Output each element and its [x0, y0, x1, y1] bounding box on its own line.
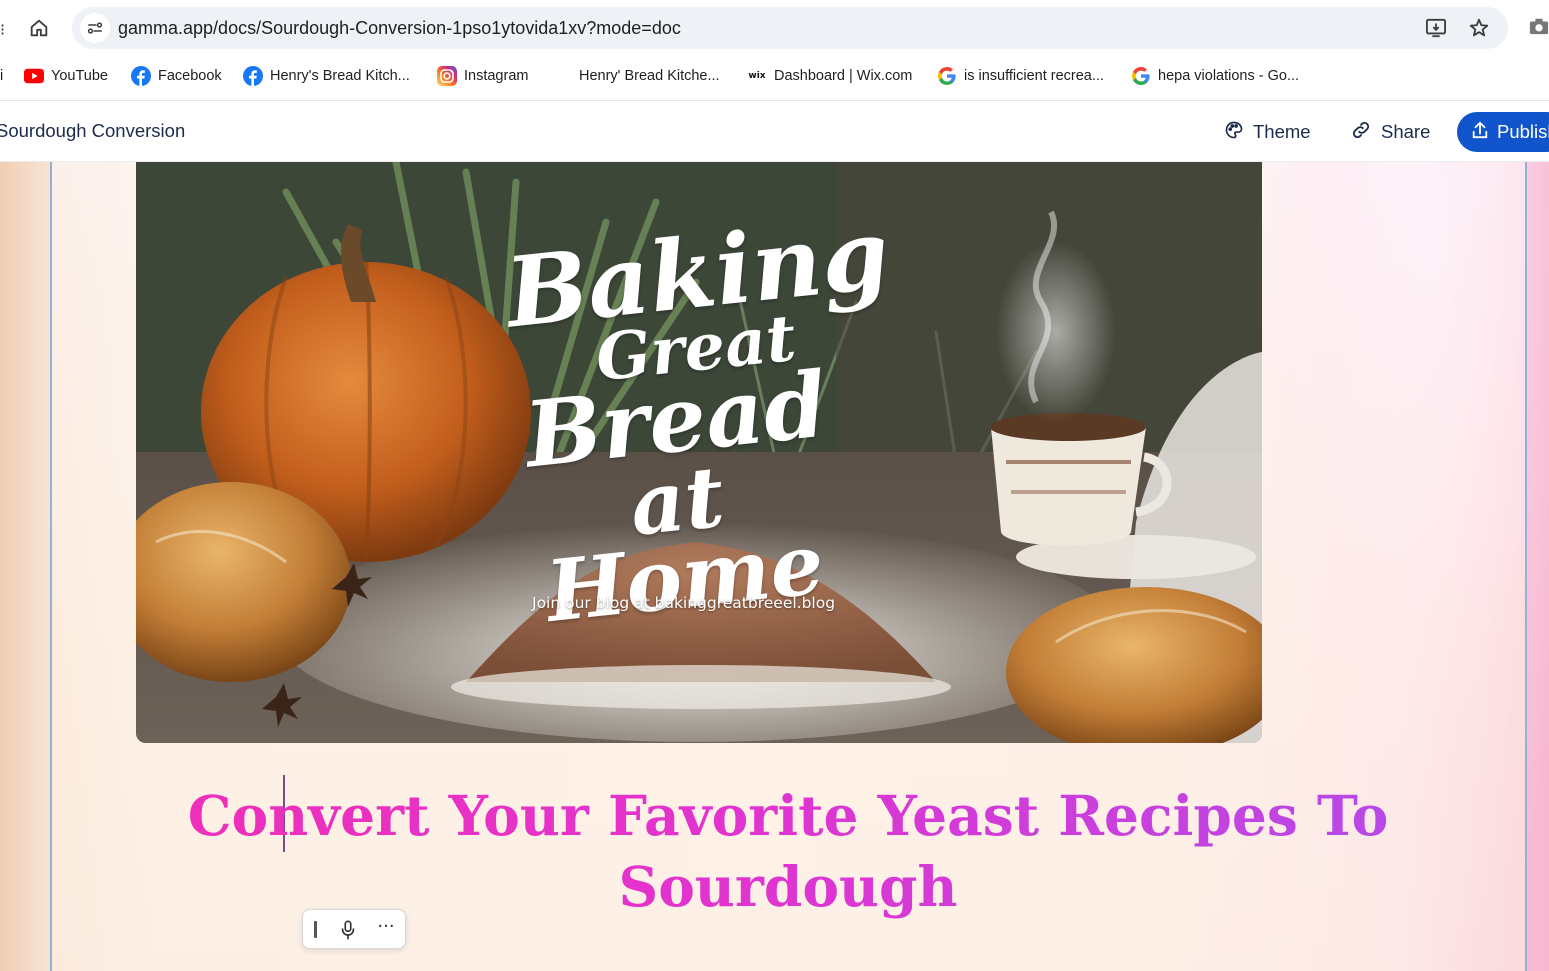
bookmark-henrys-bread-kitchen[interactable]: Henry's Bread Kitch... [243, 65, 410, 87]
wix-icon: wix [748, 71, 766, 81]
theme-label: Theme [1253, 121, 1311, 142]
hero-logo-text: Baking Great Bread at Home [501, 197, 894, 641]
blank-page-icon [552, 66, 572, 86]
bookmark-instagram[interactable]: Instagram [437, 65, 528, 87]
facebook-icon [131, 66, 151, 86]
bookmark-wix-dashboard[interactable]: wix Dashboard | Wix.com [747, 65, 912, 87]
floating-text-toolbar: ··· [302, 909, 406, 949]
app-header: Sourdough Conversion Theme Share Publish [0, 100, 1549, 162]
share-label: Share [1381, 121, 1431, 142]
bookmark-henrys-bread-kitchen-2[interactable]: Henry' Bread Kitche... [552, 65, 720, 87]
instagram-icon [437, 66, 457, 86]
bookmark-facebook[interactable]: Facebook [131, 65, 222, 87]
drag-handle-icon[interactable] [314, 921, 317, 938]
bookmark-label: YouTube [51, 68, 108, 84]
menu-dots-icon[interactable]: ⁝ [0, 20, 5, 39]
bookmarks-bar: i YouTube Facebook Henry's Bread Kitch..… [0, 57, 1549, 93]
document-canvas: Baking Great Bread at Home Join our blog… [0, 162, 1549, 971]
theme-button[interactable]: Theme [1224, 116, 1311, 148]
bookmark-label: Henry's Bread Kitch... [270, 68, 410, 84]
bookmark-label: i [0, 68, 4, 84]
facebook-icon [243, 66, 263, 86]
camera-icon[interactable] [1528, 16, 1549, 40]
google-icon [1131, 66, 1151, 86]
bookmark-label: Henry' Bread Kitche... [579, 68, 720, 84]
doc-title[interactable]: Sourdough Conversion [0, 120, 185, 142]
url-text[interactable]: gamma.app/docs/Sourdough-Conversion-1pso… [118, 18, 681, 39]
microphone-icon[interactable] [336, 919, 360, 941]
bookmark-label: Facebook [158, 68, 222, 84]
browser-toolbar: ⁝ gamma.app/docs/Sourdough-Conversion-1p… [0, 0, 1549, 57]
bookmark-label: hepa violations - Go... [1158, 68, 1300, 84]
publish-button[interactable]: Publish [1457, 112, 1549, 152]
bookmark-label: Dashboard | Wix.com [774, 68, 913, 84]
site-info-icon[interactable] [80, 13, 110, 43]
bookmark-label: Instagram [464, 68, 529, 84]
home-icon[interactable] [24, 13, 54, 43]
link-icon [1350, 119, 1372, 146]
page-heading[interactable]: Convert Your Favorite Yeast Recipes To S… [136, 780, 1440, 922]
heading-line-1: Convert Your Favorite Yeast Recipes To [187, 783, 1389, 848]
google-icon [937, 66, 957, 86]
hero-caption: Join our blog at bakinggreatbreeel.blog [532, 594, 836, 612]
hero-image[interactable]: Baking Great Bread at Home Join our blog… [136, 162, 1262, 743]
more-icon[interactable]: ··· [373, 916, 399, 942]
palette-icon [1224, 120, 1244, 145]
bookmark-truncated[interactable]: i [0, 65, 3, 87]
install-app-icon[interactable] [1424, 17, 1448, 39]
share-button[interactable]: Share [1350, 116, 1430, 148]
bookmark-star-icon[interactable] [1467, 16, 1491, 40]
publish-label: Publish [1497, 121, 1549, 142]
address-bar[interactable]: gamma.app/docs/Sourdough-Conversion-1pso… [72, 7, 1508, 49]
bookmark-youtube[interactable]: YouTube [24, 65, 108, 87]
youtube-icon [24, 66, 44, 86]
bookmark-label: is insufficient recrea... [964, 68, 1104, 84]
upload-icon [1471, 120, 1489, 145]
bookmark-google-search-1[interactable]: is insufficient recrea... [937, 65, 1104, 87]
bookmark-google-search-2[interactable]: hepa violations - Go... [1131, 65, 1299, 87]
heading-line-2: Sourdough [618, 854, 958, 919]
